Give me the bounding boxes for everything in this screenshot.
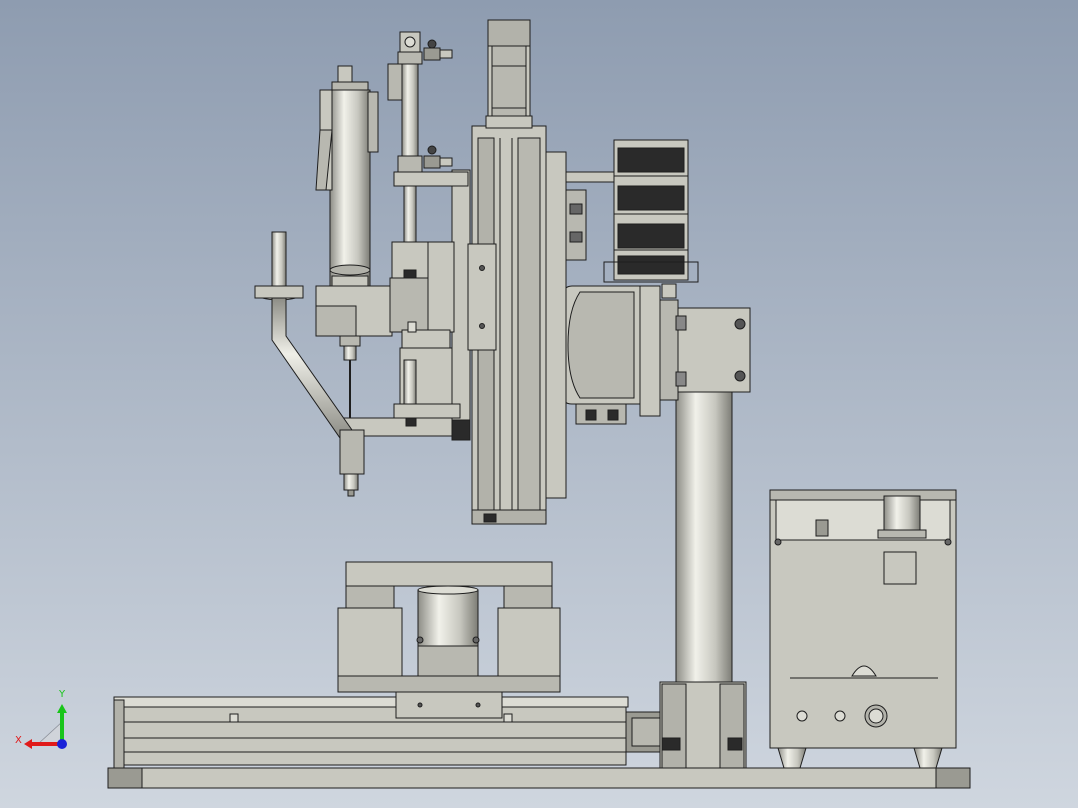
- triad-y-label: Y: [59, 689, 66, 700]
- cad-viewport[interactable]: X Y: [0, 0, 1078, 808]
- base-plate: [107, 767, 971, 789]
- x-axis-linear-slide: [113, 689, 663, 769]
- triad-z-axis: [57, 739, 67, 749]
- cad-model-view[interactable]: [0, 0, 1078, 808]
- control-box: [769, 489, 957, 769]
- rotary-fixture: [337, 561, 561, 693]
- triad-x-label: X: [15, 735, 22, 746]
